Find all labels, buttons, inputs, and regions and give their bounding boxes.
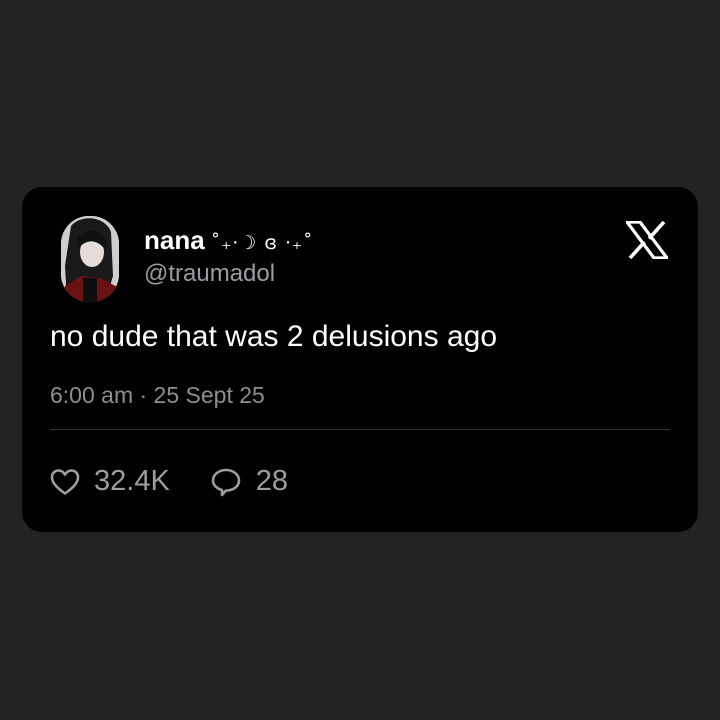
author-display-name[interactable]: nana <box>144 225 205 256</box>
divider <box>50 429 670 430</box>
tweet-text: no dude that was 2 delusions ago <box>50 320 497 353</box>
author-name-row[interactable]: nana ˚₊‧☽ ɞ ‧₊˚ <box>144 225 314 256</box>
reply-button[interactable]: 28 <box>210 465 288 498</box>
reply-count: 28 <box>255 465 289 497</box>
author-name-decoration: ˚₊‧☽ ɞ ‧₊˚ <box>210 232 314 254</box>
avatar[interactable] <box>61 216 119 302</box>
tweet-metrics: 32.4K 28 <box>50 465 328 498</box>
heart-icon <box>50 468 80 496</box>
like-button[interactable]: 32.4K <box>50 465 170 498</box>
x-logo-icon[interactable] <box>623 220 671 260</box>
tweet-timestamp[interactable]: 6:00 am · 25 Sept 25 <box>50 382 265 409</box>
like-count: 32.4K <box>94 465 170 497</box>
avatar-image <box>61 216 119 302</box>
tweet-card: nana ˚₊‧☽ ɞ ‧₊˚ @traumadol no dude that … <box>22 187 698 532</box>
reply-bubble-icon <box>210 467 242 497</box>
author-handle[interactable]: @traumadol <box>144 260 275 288</box>
